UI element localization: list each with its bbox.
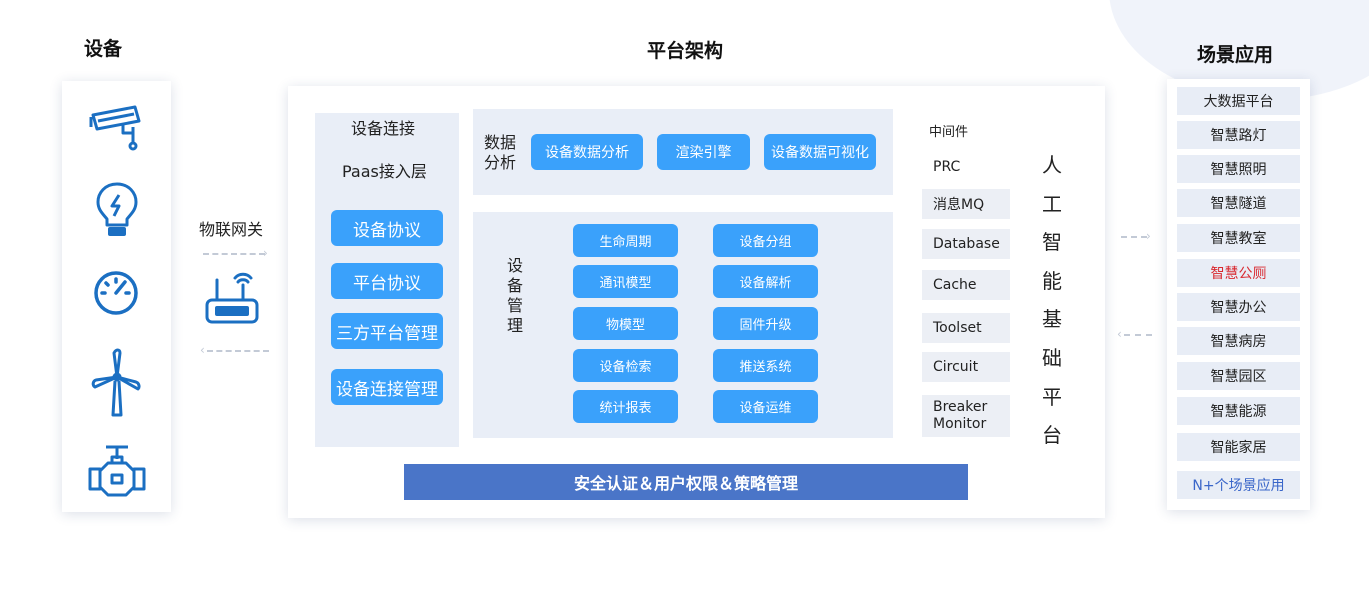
gateway-arrow-in: [203, 253, 265, 255]
lifecycle-button[interactable]: 生命周期: [573, 224, 678, 257]
router-icon: [205, 272, 259, 324]
scene-n-plus[interactable]: N+个场景应用: [1177, 471, 1300, 499]
scene-big-data-platform[interactable]: 大数据平台: [1177, 87, 1300, 115]
device-search-button[interactable]: 设备检索: [573, 349, 678, 382]
ai-char: 平: [1042, 384, 1062, 409]
scene-smart-home[interactable]: 智能家居: [1177, 433, 1300, 461]
wind-turbine-icon: [91, 348, 141, 417]
gateway-arrow-in-head: ›: [263, 246, 268, 260]
third-party-platform-button[interactable]: 三方平台管理: [331, 313, 443, 349]
gateway-arrow-out-head: ‹: [200, 343, 205, 357]
thing-model-button[interactable]: 物模型: [573, 307, 678, 340]
render-engine-button[interactable]: 渲染引擎: [657, 134, 750, 170]
device-protocol-button[interactable]: 设备协议: [331, 210, 443, 246]
firmware-upgrade-button[interactable]: 固件升级: [713, 307, 818, 340]
scene-smart-energy[interactable]: 智慧能源: [1177, 397, 1300, 425]
scene-smart-ward[interactable]: 智慧病房: [1177, 327, 1300, 355]
middleware-cache: Cache: [922, 270, 1010, 300]
platform-title: 平台架构: [647, 40, 724, 62]
data-analysis-label-line2: 分析: [483, 153, 516, 172]
middleware-breaker-monitor: Breaker Monitor: [922, 395, 1010, 437]
ai-char: 人: [1042, 153, 1062, 177]
cctv-camera-icon: [89, 105, 141, 151]
scene-smart-streetlight[interactable]: 智慧路灯: [1177, 121, 1300, 149]
ai-char: 台: [1042, 423, 1062, 448]
device-management-label: 设 备 管 理: [502, 256, 528, 336]
connection-title: 设备连接: [351, 119, 416, 138]
device-management-label-char: 设: [506, 256, 523, 275]
breaker-line1: Breaker: [933, 399, 988, 415]
middleware-mq: 消息MQ: [922, 189, 1010, 219]
pipe-valve-icon: [88, 445, 146, 497]
scene-arrow-in: [1121, 236, 1147, 238]
platform-protocol-button[interactable]: 平台协议: [331, 263, 443, 299]
scene-smart-classroom[interactable]: 智慧教室: [1177, 224, 1300, 252]
ai-char: 工: [1042, 191, 1062, 216]
statistics-report-button[interactable]: 统计报表: [573, 390, 678, 423]
device-data-visualization-button[interactable]: 设备数据可视化: [764, 134, 876, 170]
device-ops-button[interactable]: 设备运维: [713, 390, 818, 423]
device-management-label-char: 理: [506, 316, 523, 335]
scene-smart-park[interactable]: 智慧园区: [1177, 362, 1300, 390]
scene-smart-toilet[interactable]: 智慧公厕: [1177, 259, 1300, 287]
ai-char: 智: [1042, 230, 1062, 255]
middleware-toolset: Toolset: [922, 313, 1010, 343]
device-management-label-char: 备: [506, 276, 523, 295]
ai-platform-label: 人 工 智 能 基 础 平 台: [1038, 146, 1066, 455]
devices-card: [62, 81, 171, 512]
scene-smart-tunnel[interactable]: 智慧隧道: [1177, 189, 1300, 217]
scene-smart-lighting[interactable]: 智慧照明: [1177, 155, 1300, 183]
gauge-meter-icon: [94, 271, 138, 315]
device-group-button[interactable]: 设备分组: [713, 224, 818, 257]
middleware-title: 中间件: [929, 125, 969, 140]
ai-char: 基: [1042, 307, 1062, 332]
device-management-panel: [473, 212, 893, 438]
ai-char: 础: [1042, 345, 1062, 370]
security-bar: 安全认证＆用户权限＆策略管理: [404, 464, 968, 500]
gateway-label: 物联网关: [199, 220, 264, 239]
scene-arrow-out-head: ‹: [1117, 327, 1122, 341]
device-data-analysis-button[interactable]: 设备数据分析: [531, 134, 643, 170]
devices-title: 设备: [84, 38, 123, 60]
breaker-line2: Monitor: [933, 416, 987, 432]
scene-smart-office[interactable]: 智慧办公: [1177, 293, 1300, 321]
ai-char: 能: [1042, 268, 1062, 293]
communication-model-button[interactable]: 通讯模型: [573, 265, 678, 298]
device-connection-mgmt-button[interactable]: 设备连接管理: [331, 369, 443, 405]
data-analysis-label: 数据 分析: [482, 133, 518, 173]
device-management-label-char: 管: [506, 296, 523, 315]
middleware-circuit: Circuit: [922, 352, 1010, 382]
scene-arrow-out: [1124, 334, 1152, 336]
middleware-prc: PRC: [933, 159, 961, 175]
smart-bulb-icon: [96, 182, 138, 236]
gateway-arrow-out: [207, 350, 269, 352]
data-analysis-label-line1: 数据: [483, 133, 516, 152]
middleware-database: Database: [922, 229, 1010, 259]
device-parse-button[interactable]: 设备解析: [713, 265, 818, 298]
scenes-title: 场景应用: [1197, 44, 1274, 66]
push-system-button[interactable]: 推送系统: [713, 349, 818, 382]
scene-arrow-in-head: ›: [1146, 229, 1151, 243]
connection-subtitle: Paas接入层: [342, 162, 427, 181]
